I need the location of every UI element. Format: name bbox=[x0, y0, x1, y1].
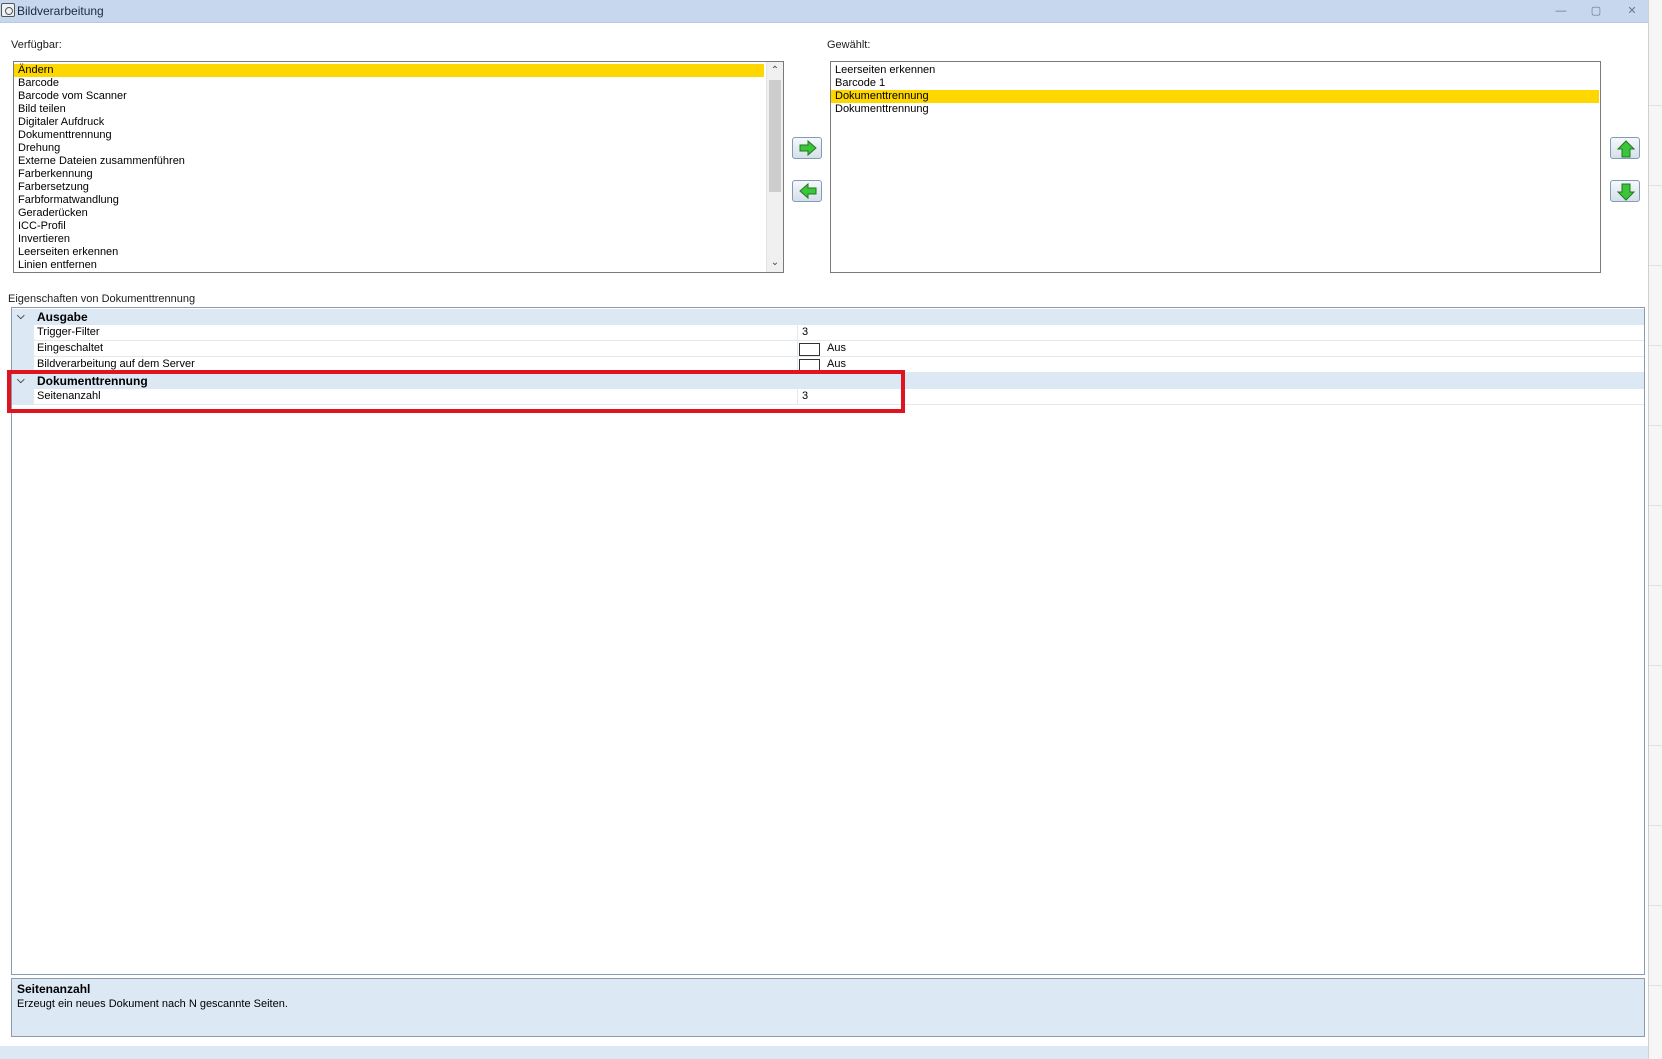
add-button[interactable] bbox=[792, 137, 822, 159]
selected-label: Gewählt: bbox=[827, 39, 871, 51]
selected-listbox[interactable]: Leerseiten erkennen Barcode 1 Dokumenttren… bbox=[830, 61, 1601, 273]
bottom-bar bbox=[0, 1046, 1648, 1059]
close-button[interactable]: ✕ bbox=[1622, 3, 1642, 19]
arrow-left-icon bbox=[799, 183, 817, 199]
arrow-right-icon bbox=[799, 140, 817, 156]
chevron-down-icon[interactable]: ⌵ bbox=[17, 309, 29, 325]
list-item[interactable]: Externe Dateien zusammenführen bbox=[14, 155, 764, 168]
scroll-up-icon[interactable]: ⌃ bbox=[767, 63, 783, 79]
minimize-button[interactable]: — bbox=[1551, 3, 1571, 19]
eingeschaltet-checkbox[interactable] bbox=[799, 343, 820, 356]
window-title: Bildverarbeitung bbox=[17, 4, 104, 18]
description-panel: Seitenanzahl Erzeugt ein neues Dokument … bbox=[11, 978, 1645, 1037]
property-value[interactable]: 3 bbox=[802, 325, 808, 340]
list-item[interactable]: Barcode 1 bbox=[831, 77, 1599, 90]
scroll-thumb[interactable] bbox=[769, 80, 781, 192]
app-icon bbox=[1, 3, 15, 17]
list-item[interactable]: Dokumenttrennung bbox=[831, 103, 1599, 116]
list-item[interactable]: Dokumenttrennung bbox=[831, 90, 1599, 103]
maximize-button[interactable]: ▢ bbox=[1586, 3, 1606, 19]
list-item[interactable]: Farbformatwandlung bbox=[14, 194, 764, 207]
description-text: Erzeugt ein neues Dokument nach N gescan… bbox=[17, 998, 288, 1010]
property-value: Aus bbox=[827, 342, 846, 354]
background-window-edge bbox=[1648, 0, 1662, 1059]
scroll-down-icon[interactable]: ⌄ bbox=[767, 255, 783, 271]
list-item[interactable]: Dokumenttrennung bbox=[14, 129, 764, 142]
list-item[interactable]: Geraderücken bbox=[14, 207, 764, 220]
list-item[interactable]: Farberkennung bbox=[14, 168, 764, 181]
list-item[interactable]: Bild teilen bbox=[14, 103, 764, 116]
available-scrollbar[interactable]: ⌃ ⌄ bbox=[766, 62, 783, 272]
available-listbox[interactable]: Ändern Barcode Barcode vom Scanner Bild tei… bbox=[13, 61, 784, 273]
annotation-highlight-box bbox=[7, 370, 905, 413]
property-name: Eingeschaltet bbox=[37, 342, 104, 354]
move-up-button[interactable] bbox=[1610, 137, 1640, 159]
category-ausgabe[interactable]: ⌵ Ausgabe bbox=[12, 309, 1644, 325]
list-item[interactable]: ICC-Profil bbox=[14, 220, 764, 233]
list-item[interactable]: Leerseiten erkennen bbox=[14, 246, 764, 259]
description-title: Seitenanzahl bbox=[17, 982, 91, 996]
arrow-up-icon bbox=[1616, 140, 1636, 158]
arrow-down-icon bbox=[1616, 183, 1636, 201]
list-item[interactable]: Ändern bbox=[14, 64, 764, 77]
property-row-trigger-filter[interactable]: Trigger-Filter 3 bbox=[12, 325, 1644, 341]
available-label: Verfügbar: bbox=[11, 39, 62, 51]
move-down-button[interactable] bbox=[1610, 180, 1640, 202]
list-item[interactable]: Invertieren bbox=[14, 233, 764, 246]
title-bar: Bildverarbeitung — ▢ ✕ bbox=[0, 0, 1648, 23]
remove-button[interactable] bbox=[792, 180, 822, 202]
property-row-eingeschaltet[interactable]: Eingeschaltet Aus bbox=[12, 341, 1644, 357]
property-name: Trigger-Filter bbox=[37, 326, 100, 338]
list-item[interactable]: Barcode vom Scanner bbox=[14, 90, 764, 103]
list-item[interactable]: Digitaler Aufdruck bbox=[14, 116, 764, 129]
properties-label: Eigenschaften von Dokumenttrennung bbox=[8, 293, 196, 305]
list-item[interactable]: Linien entfernen bbox=[14, 259, 764, 272]
list-item[interactable]: Farbersetzung bbox=[14, 181, 764, 194]
list-item[interactable]: Leerseiten erkennen bbox=[831, 64, 1599, 77]
list-item[interactable]: Barcode bbox=[14, 77, 764, 90]
list-item[interactable]: Drehung bbox=[14, 142, 764, 155]
